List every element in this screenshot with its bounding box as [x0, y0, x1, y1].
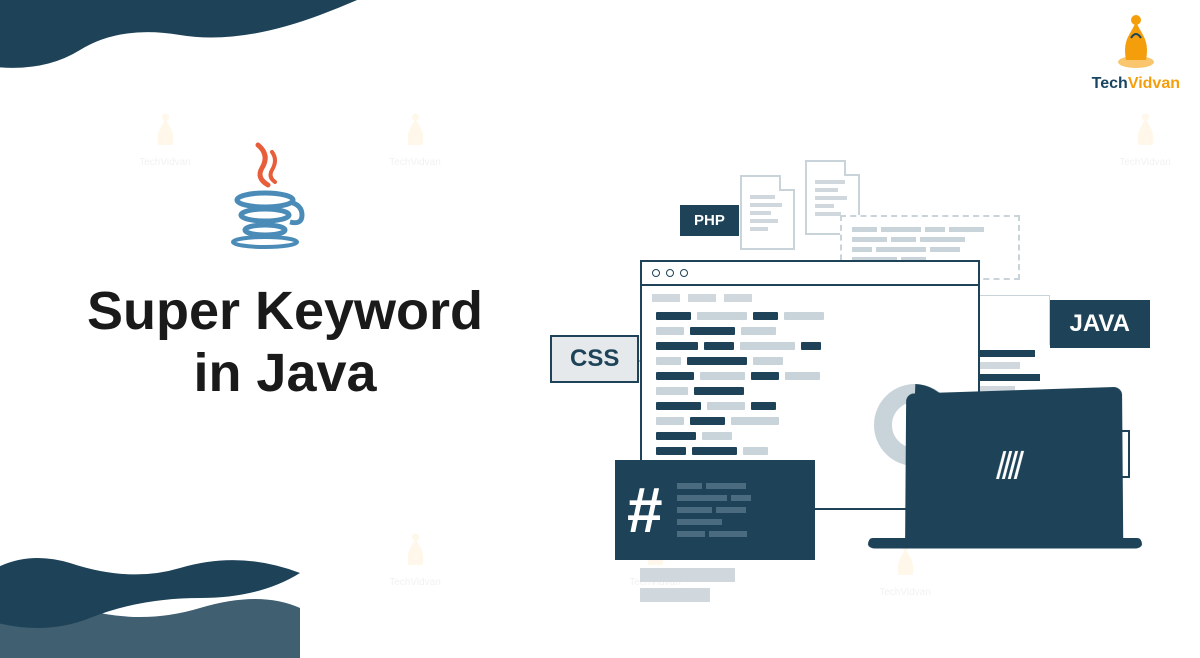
hash-icon: #: [627, 478, 663, 542]
document-icon: [740, 175, 795, 250]
techvidvan-figure-icon: [1111, 10, 1161, 70]
legend-bars: [980, 350, 1040, 393]
watermark: TechVidvan: [130, 110, 200, 168]
brand-logo: TechVidvan: [1092, 10, 1180, 93]
php-badge: PHP: [680, 205, 739, 236]
stacked-bars: [640, 568, 735, 602]
bottom-wave-decoration: [0, 538, 300, 658]
java-badge: JAVA: [1050, 300, 1150, 348]
window-titlebar: [642, 262, 978, 286]
brand-name: TechVidvan: [1092, 75, 1180, 93]
hash-code-block: #: [615, 460, 815, 560]
laptop-icon: [870, 390, 1150, 590]
connector-line: [980, 295, 1050, 345]
programming-illustration: PHP CSS JAVA: [520, 160, 1160, 600]
watermark: TechVidvan: [380, 110, 450, 168]
top-wave-decoration: [0, 0, 400, 120]
java-cup-icon: [220, 140, 310, 250]
watermark: TechVidvan: [380, 530, 450, 588]
css-badge: CSS: [550, 335, 639, 383]
page-title: Super Keyword in Java: [70, 280, 500, 404]
